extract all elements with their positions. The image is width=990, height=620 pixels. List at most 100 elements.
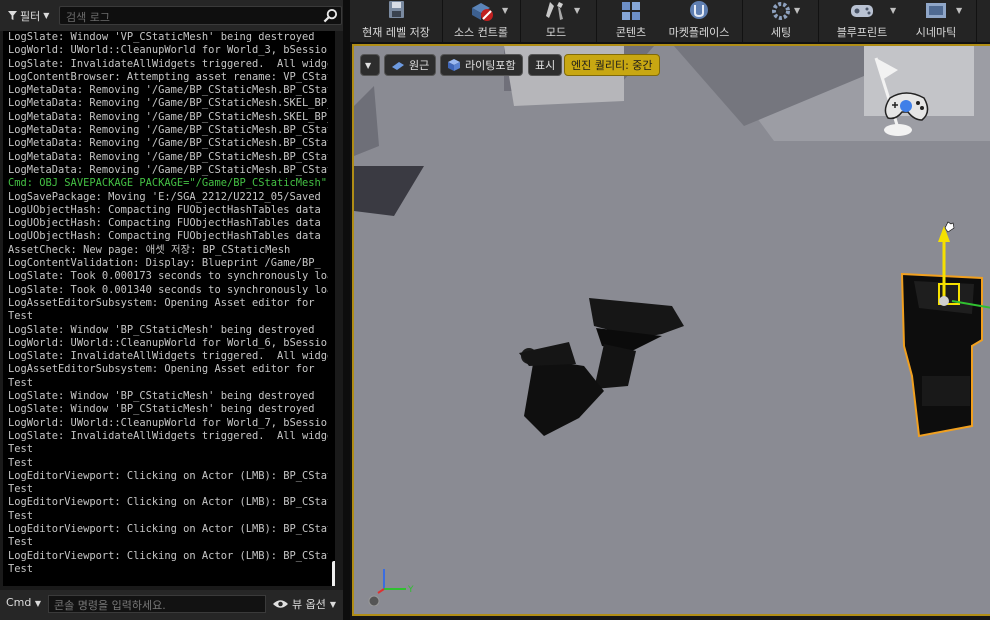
cmd-placeholder: 콘솔 명령을 입력하세요. [54,599,166,612]
chevron-down-icon: ▼ [574,6,581,15]
cinematics-button[interactable]: 시네마틱 ▼ [904,0,968,42]
toolbar-separator [976,0,977,42]
log-line: LogEditorViewport: Clicking on Actor (LM… [8,549,328,562]
log-output-area[interactable]: LogSlate: Window 'VP_CStaticMesh' being … [3,31,335,586]
log-line: LogWorld: UWorld::CleanupWorld for World… [8,336,328,349]
log-line: Test [8,562,34,575]
content-icon [622,2,640,20]
log-line: LogMetaData: Removing '/Game/BP_CStaticM… [8,163,328,176]
log-line: LogEditorViewport: Clicking on Actor (LM… [8,522,328,535]
source-control-button[interactable]: 소스 컨트롤 ▼ [444,0,518,42]
toolbar-label: 시네마틱 [915,26,957,39]
chevron-down-icon: ▼ [794,6,801,15]
toolbar-label: 세팅 [770,26,792,39]
log-line: Test [8,483,34,496]
lit-mode-label: 라이팅포함 [465,59,516,72]
log-line: LogUObjectHash: Compacting FUObjectHashT… [8,217,321,230]
log-line: LogUObjectHash: Compacting FUObjectHashT… [8,203,321,216]
output-log-panel: 필터 ▼ 검색 로그 LogSlate: Window 'VP_CStaticM… [0,0,343,620]
console-command-bar: Cmd ▼ 콘솔 명령을 입력하세요. 뷰 옵션 ▼ [0,590,343,620]
content-button[interactable]: 콘텐츠 [604,0,658,42]
log-line: Test [8,509,34,522]
log-line: Test [8,443,34,456]
log-search-input[interactable]: 검색 로그 [59,6,342,25]
eye-icon [273,600,288,608]
level-viewport[interactable]: ▼ 원근 라이팅포함 표시 엔진 퀄리티: 중간 Y [352,44,990,616]
toolbar-separator [818,0,819,42]
game-view-flag-icon[interactable] [868,50,938,140]
blueprints-button[interactable]: 블루프린트 ▼ [824,0,900,42]
engine-quality-button[interactable]: 엔진 퀄리티: 중간 [564,54,660,76]
lit-mode-button[interactable]: 라이팅포함 [440,54,523,76]
log-line: LogSlate: Window 'BP_CStaticMesh' being … [8,323,315,336]
log-line: Test [8,376,34,389]
chevron-down-icon: ▼ [890,6,897,15]
perspective-button[interactable]: 원근 [384,54,437,76]
log-line: Test [8,456,34,469]
lit-cube-icon [448,59,460,71]
log-line: LogMetaData: Removing '/Game/BP_CStaticM… [8,124,328,137]
log-line: LogSlate: Window 'VP_CStaticMesh' being … [8,31,315,43]
cmd-label: Cmd [6,596,32,609]
show-button[interactable]: 표시 [528,54,563,76]
log-line: LogSlate: InvalidateAllWidgets triggered… [8,350,328,363]
toolbar-label: 콘텐츠 [615,26,647,39]
console-command-input[interactable]: 콘솔 명령을 입력하세요. [48,595,266,613]
chevron-down-icon: ▼ [956,6,963,15]
toolbar-separator [442,0,443,42]
filter-button[interactable]: 필터 ▼ [4,6,53,25]
marketplace-icon [690,1,708,19]
cinematics-icon [926,3,946,18]
log-line: Test [8,536,34,549]
toolbar-separator [520,0,521,42]
log-line: Test [8,310,34,323]
log-line: LogWorld: UWorld::CleanupWorld for World… [8,44,328,57]
view-options-label: 뷰 옵션 [292,598,326,611]
settings-icon [772,2,790,20]
log-line: LogSlate: Window 'BP_CStaticMesh' being … [8,403,315,416]
log-line: LogMetaData: Removing '/Game/BP_CStaticM… [8,84,328,97]
toolbar-label: 블루프린트 [836,26,888,39]
blueprint-icon [851,5,873,17]
log-line: LogSavePackage: Moving 'E:/SGA_2212/U221… [8,190,321,203]
search-icon[interactable] [323,8,338,23]
vertical-scrollbar[interactable] [332,561,335,586]
panel-splitter[interactable] [343,0,350,620]
view-options-button[interactable]: 뷰 옵션 ▼ [273,596,336,612]
cmd-dropdown-button[interactable]: Cmd ▼ [6,596,41,609]
perspective-icon [392,62,404,70]
log-line: LogAssetEditorSubsystem: Opening Asset e… [8,296,315,309]
chevron-down-icon: ▼ [43,11,50,20]
toolbar-label: 소스 컨트롤 [453,26,509,39]
modes-icon [546,2,563,20]
log-line: LogSlate: Took 0.001340 seconds to synch… [8,283,328,296]
log-line: LogEditorViewport: Clicking on Actor (LM… [8,469,328,482]
chevron-down-icon: ▼ [329,599,337,609]
viewport-options-button[interactable]: ▼ [360,54,380,76]
level-editor-toolbar: 현재 레벨 저장 소스 컨트롤 ▼ 모드 ▼ 콘텐츠 마켓플레이스 세팅 ▼ 블… [350,0,990,44]
log-line: LogMetaData: Removing '/Game/BP_CStaticM… [8,137,328,150]
log-line: LogSlate: Window 'BP_CStaticMesh' being … [8,390,315,403]
log-line: LogAssetEditorSubsystem: Opening Asset e… [8,363,315,376]
log-filter-bar: 필터 ▼ 검색 로그 [0,0,343,31]
save-current-level-button[interactable]: 현재 레벨 저장 [352,0,440,42]
log-line: LogContentValidation: Display: Blueprint… [8,257,321,270]
toolbar-separator [742,0,743,42]
settings-button[interactable]: 세팅 ▼ [746,0,816,42]
search-placeholder: 검색 로그 [66,11,110,24]
chevron-down-icon: ▼ [34,599,42,608]
log-line: LogUObjectHash: Compacting FUObjectHashT… [8,230,321,243]
chevron-down-icon: ▼ [502,6,509,15]
toolbar-label: 현재 레벨 저장 [362,26,430,39]
log-line: AssetCheck: New page: 애셋 저장: BP_CStaticM… [8,243,291,256]
log-line: LogSlate: Took 0.000173 seconds to synch… [8,270,328,283]
toolbar-label: 마켓플레이스 [668,26,730,39]
log-line: LogMetaData: Removing '/Game/BP_CStaticM… [8,97,328,110]
modes-button[interactable]: 모드 ▼ [526,0,586,42]
source-control-icon [472,3,493,21]
log-line: LogEditorViewport: Clicking on Actor (LM… [8,496,328,509]
log-line: LogMetaData: Removing '/Game/BP_CStaticM… [8,150,328,163]
toolbar-label: 모드 [545,26,567,39]
marketplace-button[interactable]: 마켓플레이스 [660,0,738,42]
log-line: LogSlate: InvalidateAllWidgets triggered… [8,57,328,70]
